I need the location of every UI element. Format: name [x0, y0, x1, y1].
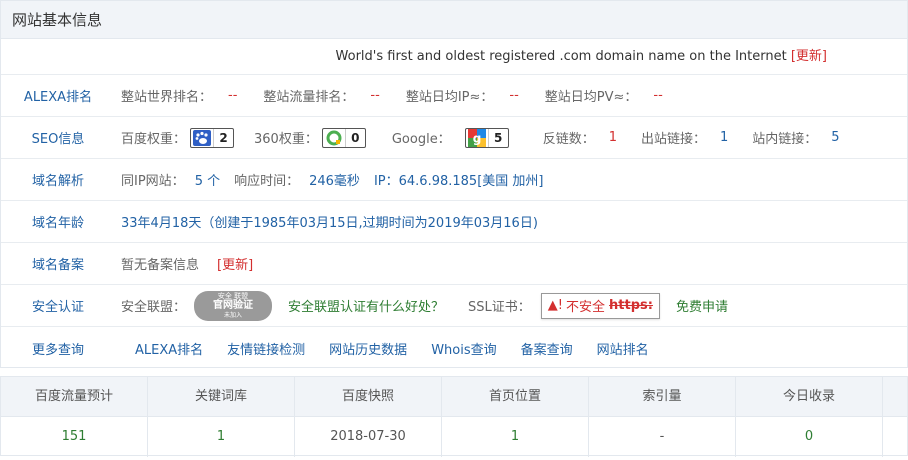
- warning-icon: ▲!: [547, 298, 563, 313]
- security-label[interactable]: 安全认证: [1, 296, 115, 315]
- ip-label: IP：: [373, 174, 399, 189]
- alexa-row: ALEXA排名 整站世界排名： -- 整站流量排名： -- 整站日均IP≈： -…: [1, 75, 907, 117]
- same-ip-value[interactable]: 5 个: [195, 170, 220, 189]
- stats-index: -: [589, 417, 736, 457]
- baidu-weight-label: 百度权重：: [121, 132, 187, 147]
- more-whois-link[interactable]: Whois查询: [431, 339, 496, 358]
- google-icon: g: [466, 128, 488, 147]
- google-pr-badge[interactable]: g 5: [464, 127, 509, 148]
- backlinks-value[interactable]: 1: [609, 130, 617, 145]
- response-time-value: 246毫秒: [309, 174, 360, 189]
- google-pr-value: 5: [487, 128, 508, 147]
- stats-header-cell: [883, 377, 907, 416]
- domain-age-label[interactable]: 域名年龄: [1, 212, 115, 231]
- more-history-link[interactable]: 网站历史数据: [329, 339, 407, 358]
- site-info-panel: 网站基本信息 World's first and oldest register…: [0, 0, 908, 368]
- stats-keywords[interactable]: 1: [148, 417, 295, 457]
- stats-header-cell: 百度快照: [295, 377, 442, 416]
- alexa-label[interactable]: ALEXA排名: [1, 86, 115, 105]
- ssl-status-box[interactable]: ▲! 不安全 https:: [540, 292, 660, 319]
- ssl-label: SSL证书：: [468, 300, 531, 315]
- internal-links-value[interactable]: 5: [831, 130, 839, 145]
- domain-age-row: 域名年龄 33年4月18天（创建于1985年03月15日,过期时间为2019年0…: [1, 201, 907, 243]
- seal-bottom-text: 未加入: [224, 312, 243, 319]
- ssl-https: https:: [609, 298, 653, 313]
- svg-text:g: g: [472, 131, 481, 145]
- security-union-seal[interactable]: 安全 联盟 官网验证 未加入: [194, 290, 273, 321]
- daily-pv-value: --: [653, 88, 663, 103]
- internal-links-label: 站内链接：: [752, 132, 818, 147]
- same-ip-label: 同IP网站：: [121, 174, 185, 189]
- site-description: World's first and oldest registered .com…: [335, 49, 787, 64]
- traffic-rank-value: --: [370, 88, 380, 103]
- google-label: Google：: [391, 132, 451, 147]
- dns-label[interactable]: 域名解析: [1, 170, 115, 189]
- icp-update-link[interactable]: [更新]: [217, 254, 253, 273]
- daily-pv-label: 整站日均PV≈：: [544, 90, 638, 105]
- traffic-rank-label: 整站流量排名：: [263, 90, 355, 105]
- so360-icon: [323, 129, 345, 147]
- more-site-rank-link[interactable]: 网站排名: [597, 339, 649, 358]
- so360-weight-label: 360权重：: [254, 132, 318, 147]
- stats-snapshot: 2018-07-30: [295, 417, 442, 457]
- so360-weight-value: 0: [344, 128, 365, 147]
- icp-row: 域名备案 暂无备案信息 [更新]: [1, 243, 907, 285]
- ip-value[interactable]: 64.6.98.185[美国 加州]: [399, 170, 544, 189]
- world-rank-label: 整站世界排名：: [121, 90, 213, 105]
- icp-label[interactable]: 域名备案: [1, 254, 115, 273]
- stats-header-cell: 关键词库: [148, 377, 295, 416]
- panel-title: 网站基本信息: [1, 1, 907, 39]
- backlinks-label: 反链数：: [542, 132, 595, 147]
- more-friendlink-link[interactable]: 友情链接检测: [227, 339, 305, 358]
- update-description-link[interactable]: [更新]: [791, 49, 827, 64]
- outbound-links-value[interactable]: 1: [720, 130, 728, 145]
- stats-baidu-traffic[interactable]: 151: [1, 417, 148, 457]
- icp-value: 暂无备案信息: [121, 258, 200, 273]
- so360-weight-badge[interactable]: 0: [321, 127, 366, 148]
- dns-row: 域名解析 同IP网站： 5 个 响应时间： 246毫秒 IP： 64.6.98.…: [1, 159, 907, 201]
- security-union-label: 安全联盟：: [121, 300, 187, 315]
- world-rank-value: --: [228, 88, 238, 103]
- stats-header-cell: 百度流量预计: [1, 377, 148, 416]
- seo-row: SEO信息 百度权重： 2 360权重： 0 Google： g 5 反链数： …: [1, 117, 907, 159]
- stats-table: 百度流量预计 关键词库 百度快照 首页位置 索引量 今日收录 151 1 201…: [0, 376, 908, 457]
- response-time-label: 响应时间：: [234, 174, 300, 189]
- more-alexa-link[interactable]: ALEXA排名: [135, 339, 203, 358]
- baidu-weight-badge[interactable]: 2: [190, 127, 235, 148]
- daily-ip-value: --: [509, 88, 519, 103]
- stats-value-cell: [883, 417, 907, 457]
- stats-header-row: 百度流量预计 关键词库 百度快照 首页位置 索引量 今日收录: [1, 377, 907, 417]
- seal-top-text: 安全 联盟: [217, 292, 249, 300]
- security-union-benefits-link[interactable]: 安全联盟认证有什么好处？: [288, 296, 444, 315]
- baidu-paw-icon: [191, 129, 213, 147]
- domain-age-value: 33年4月18天（创建于1985年03月15日,过期时间为2019年03月16日…: [121, 216, 538, 231]
- more-query-label[interactable]: 更多查询: [1, 339, 115, 358]
- ssl-apply-link[interactable]: 免费申请: [676, 296, 728, 315]
- more-query-row: 更多查询 ALEXA排名 友情链接检测 网站历史数据 Whois查询 备案查询 …: [1, 327, 907, 369]
- daily-ip-label: 整站日均IP≈：: [405, 90, 494, 105]
- security-row: 安全认证 安全联盟： 安全 联盟 官网验证 未加入 安全联盟认证有什么好处？ S…: [1, 285, 907, 327]
- more-icp-link[interactable]: 备案查询: [521, 339, 573, 358]
- stats-header-cell: 索引量: [589, 377, 736, 416]
- site-description-row: World's first and oldest registered .com…: [1, 39, 907, 75]
- stats-header-cell: 今日收录: [736, 377, 883, 416]
- stats-today-indexed[interactable]: 0: [736, 417, 883, 457]
- outbound-links-label: 出站链接：: [640, 132, 706, 147]
- stats-header-cell: 首页位置: [442, 377, 589, 416]
- seo-label[interactable]: SEO信息: [1, 128, 115, 147]
- baidu-weight-value: 2: [213, 128, 233, 147]
- stats-value-row: 151 1 2018-07-30 1 - 0: [1, 417, 907, 457]
- ssl-status: 不安全: [566, 300, 606, 315]
- seal-main-text: 官网验证: [213, 300, 254, 311]
- stats-home-position[interactable]: 1: [442, 417, 589, 457]
